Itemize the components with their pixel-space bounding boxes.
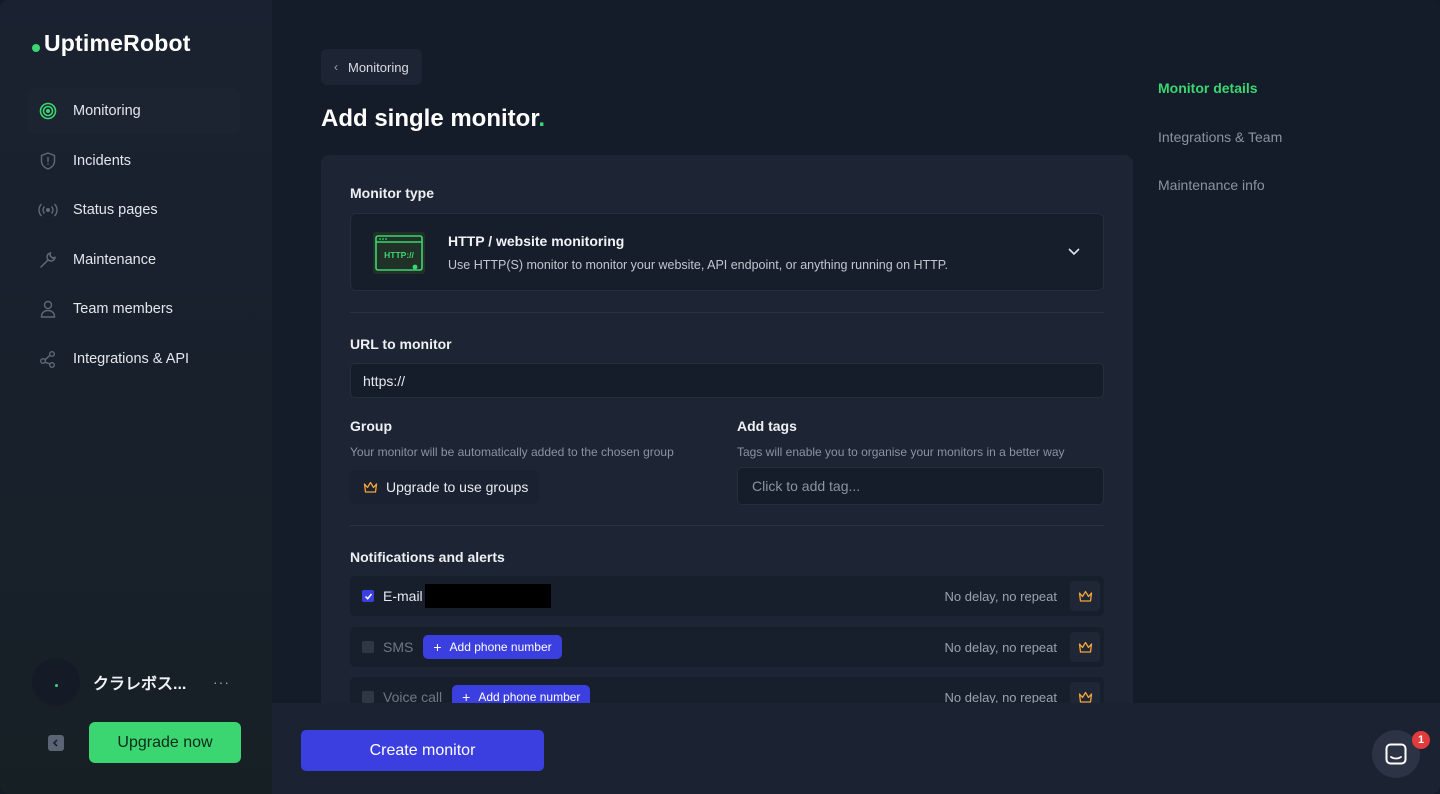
add-phone-number-button[interactable]: + Add phone number [423, 635, 562, 659]
toc-integrations-team[interactable]: Integrations & Team [1158, 129, 1282, 145]
crown-upgrade-button[interactable] [1070, 682, 1100, 703]
upgrade-groups-label: Upgrade to use groups [386, 479, 529, 495]
sidebar: UptimeRobot Monitoring Incidents Status … [0, 0, 272, 794]
upgrade-now-button[interactable]: Upgrade now [89, 722, 241, 763]
collapse-icon [52, 739, 58, 747]
crown-icon [1078, 691, 1092, 703]
monitor-type-select[interactable]: HTTP:// HTTP / website monitoring Use HT… [350, 213, 1104, 291]
http-monitor-icon: HTTP:// [373, 232, 425, 274]
chevron-down-icon [1068, 248, 1080, 256]
chat-notification-badge: 1 [1412, 731, 1430, 749]
crown-upgrade-button[interactable] [1070, 581, 1100, 611]
wrench-icon [38, 250, 58, 270]
crown-icon [1078, 641, 1092, 653]
avatar-dot [54, 683, 58, 687]
collapse-sidebar-button[interactable] [48, 735, 64, 751]
sidebar-item-incidents[interactable]: Incidents [28, 138, 240, 184]
crown-upgrade-button[interactable] [1070, 632, 1100, 662]
chevron-left-icon: ‹ [334, 60, 338, 74]
notification-row-voice: Voice call + Add phone number No delay, … [350, 677, 1104, 703]
sidebar-nav: Monitoring Incidents Status pages Mainte… [28, 88, 240, 386]
notification-name: E-mail [383, 588, 423, 604]
sidebar-item-label: Team members [73, 301, 173, 318]
sidebar-item-label: Status pages [73, 202, 158, 219]
page-title-accent: . [538, 105, 546, 132]
app-window: UptimeRobot Monitoring Incidents Status … [0, 0, 1440, 794]
sidebar-item-label: Integrations & API [73, 350, 190, 367]
shield-icon [38, 151, 58, 171]
share-icon [38, 349, 58, 369]
user-icon [38, 299, 58, 319]
email-checkbox[interactable] [362, 590, 374, 602]
sidebar-item-label: Monitoring [73, 103, 141, 119]
url-label: URL to monitor [350, 336, 452, 352]
divider [350, 312, 1104, 313]
upgrade-groups-button[interactable]: Upgrade to use groups [350, 470, 539, 504]
divider [350, 525, 1104, 526]
user-name: クラレボス... [93, 676, 187, 693]
toc-monitor-details[interactable]: Monitor details [1158, 80, 1258, 96]
sidebar-item-team-members[interactable]: Team members [28, 286, 240, 332]
monitoring-icon [38, 101, 58, 121]
breadcrumb[interactable]: ‹ Monitoring [321, 49, 422, 85]
sms-checkbox[interactable] [362, 641, 374, 653]
avatar [32, 658, 80, 706]
breadcrumb-label: Monitoring [348, 59, 409, 75]
redacted-email [424, 584, 551, 608]
broadcast-icon [38, 200, 58, 220]
monitor-type-description: Use HTTP(S) monitor to monitor your webs… [448, 258, 948, 272]
sidebar-item-monitoring[interactable]: Monitoring [28, 88, 240, 134]
monitor-type-title: HTTP / website monitoring [448, 233, 625, 249]
voice-checkbox[interactable] [362, 691, 374, 703]
tags-label: Add tags [737, 418, 797, 434]
page-title: Add single monitor. [321, 105, 545, 133]
monitor-form-card: Monitor type HTTP:// HTTP / website moni… [321, 155, 1133, 703]
notification-row-sms: SMS + Add phone number No delay, no repe… [350, 627, 1104, 667]
logo[interactable]: UptimeRobot [32, 30, 191, 57]
page-title-text: Add single monitor [321, 105, 539, 132]
logo-dot [32, 43, 40, 52]
notification-delay[interactable]: No delay, no repeat [945, 640, 1058, 655]
svg-text:HTTP://: HTTP:// [384, 250, 414, 260]
logo-text: UptimeRobot [44, 30, 191, 56]
tags-input[interactable]: Click to add tag... [737, 467, 1104, 505]
notification-delay[interactable]: No delay, no repeat [945, 690, 1058, 704]
sidebar-item-maintenance[interactable]: Maintenance [28, 237, 240, 283]
crown-icon [363, 481, 378, 493]
url-input[interactable]: https:// [350, 363, 1104, 398]
monitor-type-label: Monitor type [350, 185, 434, 201]
check-icon [364, 593, 372, 600]
notification-name: Voice call [383, 689, 443, 703]
more-options-icon[interactable]: ··· [213, 674, 230, 690]
notification-delay[interactable]: No delay, no repeat [945, 589, 1058, 604]
group-hint: Your monitor will be automatically added… [350, 445, 674, 459]
plus-icon: + [462, 689, 471, 703]
crown-icon [1078, 590, 1092, 602]
toc-maintenance-info[interactable]: Maintenance info [1158, 177, 1265, 193]
notifications-label: Notifications and alerts [350, 549, 505, 565]
notification-row-email: E-mail No delay, no repeat [350, 576, 1104, 616]
sidebar-item-integrations[interactable]: Integrations & API [28, 336, 240, 382]
sidebar-item-label: Incidents [73, 152, 132, 169]
plus-icon: + [433, 639, 442, 655]
tags-hint: Tags will enable you to organise your mo… [737, 445, 1065, 459]
user-menu[interactable]: クラレボス... ··· [32, 658, 242, 706]
add-phone-label: Add phone number [449, 640, 552, 654]
sidebar-item-label: Maintenance [73, 251, 157, 268]
sidebar-item-status-pages[interactable]: Status pages [28, 187, 240, 233]
add-phone-label: Add phone number [478, 690, 581, 703]
notification-name: SMS [383, 639, 414, 655]
create-monitor-button[interactable]: Create monitor [301, 730, 544, 771]
chat-icon [1385, 743, 1407, 765]
add-phone-number-button[interactable]: + Add phone number [452, 685, 591, 703]
group-label: Group [350, 418, 392, 434]
